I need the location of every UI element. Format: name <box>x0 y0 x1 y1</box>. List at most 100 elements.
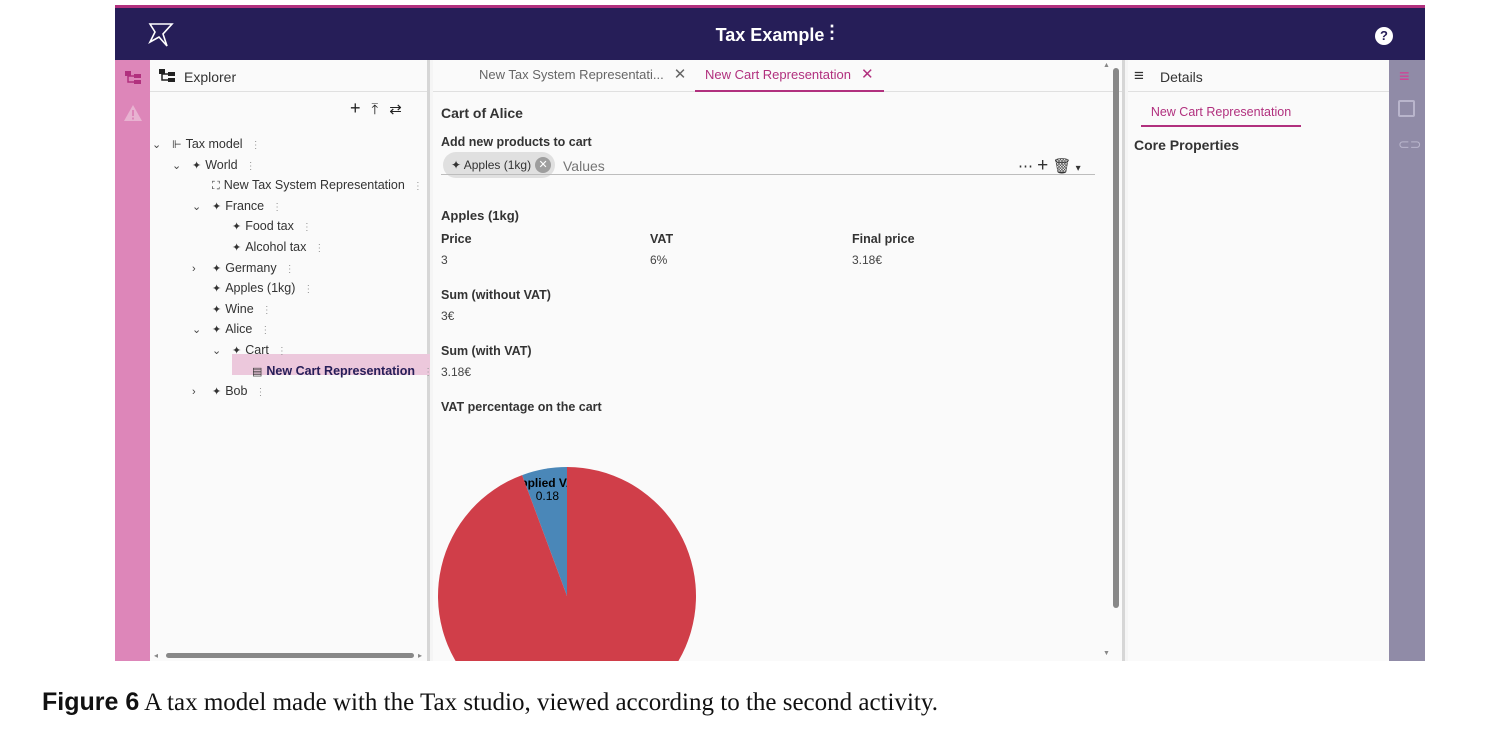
form-title: Cart of Alice <box>441 105 523 121</box>
chevron-down-icon[interactable]: ⌄ <box>192 320 212 340</box>
tree-item[interactable]: ✦ Food tax ⋮ <box>212 216 312 236</box>
caption-text: A tax model made with the Tax studio, vi… <box>144 689 939 716</box>
vertical-scrollbar[interactable] <box>1113 68 1119 608</box>
scroll-left-icon[interactable]: ◂ <box>154 651 158 660</box>
tree-item-label: World <box>205 157 238 172</box>
tree-item[interactable]: ⌄ ✦ Alice ⋮ <box>192 319 270 339</box>
sparkle-icon: ✦ <box>232 242 242 254</box>
sum-with-vat-value: 3.18€ <box>441 365 472 379</box>
explorer-title: Explorer <box>184 69 237 85</box>
add-icon[interactable]: + <box>1037 155 1048 176</box>
vat-pie-chart: applied VAT0.18Sum3 <box>438 467 696 661</box>
kebab-icon[interactable]: ⋮ <box>251 140 261 151</box>
details-header: ≡ Details <box>1128 60 1389 92</box>
explorer-icon[interactable] <box>124 70 142 86</box>
collapse-all-icon[interactable]: ⤒ <box>372 101 379 118</box>
warning-icon[interactable] <box>123 104 143 122</box>
tree-item[interactable]: ⛶ New Tax System Representation ⋮ <box>192 175 423 195</box>
kebab-icon[interactable]: ⋮ <box>246 161 256 172</box>
tree-item-label: Cart <box>245 343 269 357</box>
tree-item-label: Alice <box>225 322 253 337</box>
final-price-label: Final price <box>852 232 915 246</box>
delete-icon[interactable]: 🗑 <box>1052 158 1071 175</box>
sparkle-icon: ✦ <box>212 303 222 316</box>
figure-caption: Figure 6 A tax model made with the Tax s… <box>42 688 938 717</box>
chevron-right-icon[interactable]: › <box>192 259 212 279</box>
vat-value: 6% <box>650 253 668 267</box>
tree-item[interactable]: ⌄ ✦ France ⋮ <box>192 196 282 216</box>
tree-item-label: Wine <box>225 301 254 316</box>
tree-item[interactable]: › ✦ Germany ⋮ <box>192 258 295 278</box>
link-icon[interactable]: ⊂⊃ <box>1398 136 1421 153</box>
app-header: Tax Example ⋮ ? <box>115 5 1425 60</box>
menu-icon: ≡ <box>1134 66 1144 85</box>
sparkle-icon: ✦ <box>212 324 222 337</box>
kebab-icon[interactable]: ⋮ <box>423 367 433 378</box>
scroll-down-icon[interactable]: ▼ <box>1103 650 1110 657</box>
scroll-right-icon[interactable]: ▸ <box>418 651 422 660</box>
document-icon: ▤ <box>252 365 263 378</box>
more-icon[interactable]: ⋯ <box>1018 158 1033 175</box>
chevron-down-icon[interactable]: ⌄ <box>192 197 212 217</box>
pie-slice-sum <box>438 467 696 661</box>
tree-icon: ⊩ <box>172 139 182 151</box>
tree-item[interactable]: ✦ Apples (1kg) ⋮ <box>192 278 313 298</box>
kebab-icon[interactable]: ⋮ <box>413 181 423 192</box>
values-input[interactable] <box>563 156 843 176</box>
tree-item[interactable]: › ✦ Bob ⋮ <box>192 381 265 401</box>
tab-label: New Cart Representation <box>705 67 851 82</box>
kebab-icon[interactable]: ⋮ <box>272 202 282 213</box>
app-window: Tax Example ⋮ ? Explorer + ⤒ ⇄ ⌄ ⊩ Tax mod… <box>115 5 1425 661</box>
close-icon[interactable]: ✕ <box>861 66 874 83</box>
tree-item[interactable]: ⌄ ⊩ Tax model ⋮ <box>152 134 261 154</box>
scroll-up-icon[interactable]: ▲ <box>1103 62 1110 69</box>
help-icon[interactable]: ? <box>1375 27 1393 45</box>
tree-item-label: Alcohol tax <box>245 240 307 254</box>
tree-item[interactable]: ⌄ ✦ World ⋮ <box>172 155 256 175</box>
tab-new-tax-system-representation[interactable]: New Tax System Representati... ✕ <box>469 60 696 92</box>
chevron-down-icon[interactable]: ⌄ <box>152 135 172 155</box>
kebab-icon[interactable]: ⋮ <box>823 22 841 43</box>
chip-remove-icon[interactable]: ✕ <box>535 157 552 173</box>
kebab-icon[interactable]: ⋮ <box>262 305 272 316</box>
chevron-right-icon[interactable]: › <box>192 382 212 402</box>
kebab-icon[interactable]: ⋮ <box>302 222 312 233</box>
sparkle-icon: ✦ <box>212 283 222 296</box>
tree-item[interactable]: ⌄ ✦ Cart ⋮ <box>212 340 287 360</box>
explorer-header: Explorer <box>150 60 427 92</box>
details-tab-label: New Cart Representation <box>1150 105 1292 119</box>
image-icon[interactable] <box>1398 100 1415 117</box>
tree-item-label: New Cart Representation <box>266 363 416 378</box>
tree-item[interactable]: ▤ New Cart Representation ⋮ <box>232 361 433 381</box>
details-panel: ≡ Details New Cart Representation Core P… <box>1128 60 1389 661</box>
add-icon[interactable]: + <box>350 98 361 118</box>
details-tab[interactable]: New Cart Representation <box>1141 99 1301 127</box>
chevron-down-icon[interactable]: ⌄ <box>172 156 192 176</box>
product-title: Apples (1kg) <box>441 208 520 223</box>
tree-item-label: Apples (1kg) <box>225 281 296 296</box>
kebab-icon[interactable]: ⋮ <box>277 346 287 357</box>
price-value: 3 <box>441 253 448 267</box>
kebab-icon[interactable]: ⋮ <box>303 284 313 295</box>
sparkle-icon: ✦ <box>212 262 222 275</box>
sum-with-vat-label: Sum (with VAT) <box>441 344 532 358</box>
details-icon[interactable]: ≡ <box>1399 66 1410 87</box>
chevron-down-icon[interactable]: ⌄ <box>212 341 232 361</box>
sparkle-icon: ✦ <box>451 158 462 172</box>
sparkle-icon: ✦ <box>232 221 242 234</box>
chip-label: Apples (1kg) <box>463 158 532 172</box>
tree-item-label: New Tax System Representation <box>223 178 405 193</box>
tree-item[interactable]: ✦ Alcohol tax ⋮ <box>212 237 324 257</box>
sparkle-icon: ✦ <box>232 345 242 357</box>
explorer-icon <box>159 69 175 82</box>
sync-icon[interactable]: ⇄ <box>389 101 402 118</box>
kebab-icon[interactable]: ⋮ <box>285 264 295 275</box>
tree-item[interactable]: ✦ Wine ⋮ <box>192 299 272 319</box>
kebab-icon[interactable]: ⋮ <box>314 243 324 254</box>
horizontal-scrollbar[interactable] <box>166 653 414 658</box>
kebab-icon[interactable]: ⋮ <box>255 387 265 398</box>
tab-new-cart-representation[interactable]: New Cart Representation ✕ <box>695 60 884 92</box>
close-icon[interactable]: ✕ <box>674 66 687 83</box>
dropdown-icon[interactable]: ▾ <box>1076 163 1081 174</box>
kebab-icon[interactable]: ⋮ <box>260 325 270 336</box>
